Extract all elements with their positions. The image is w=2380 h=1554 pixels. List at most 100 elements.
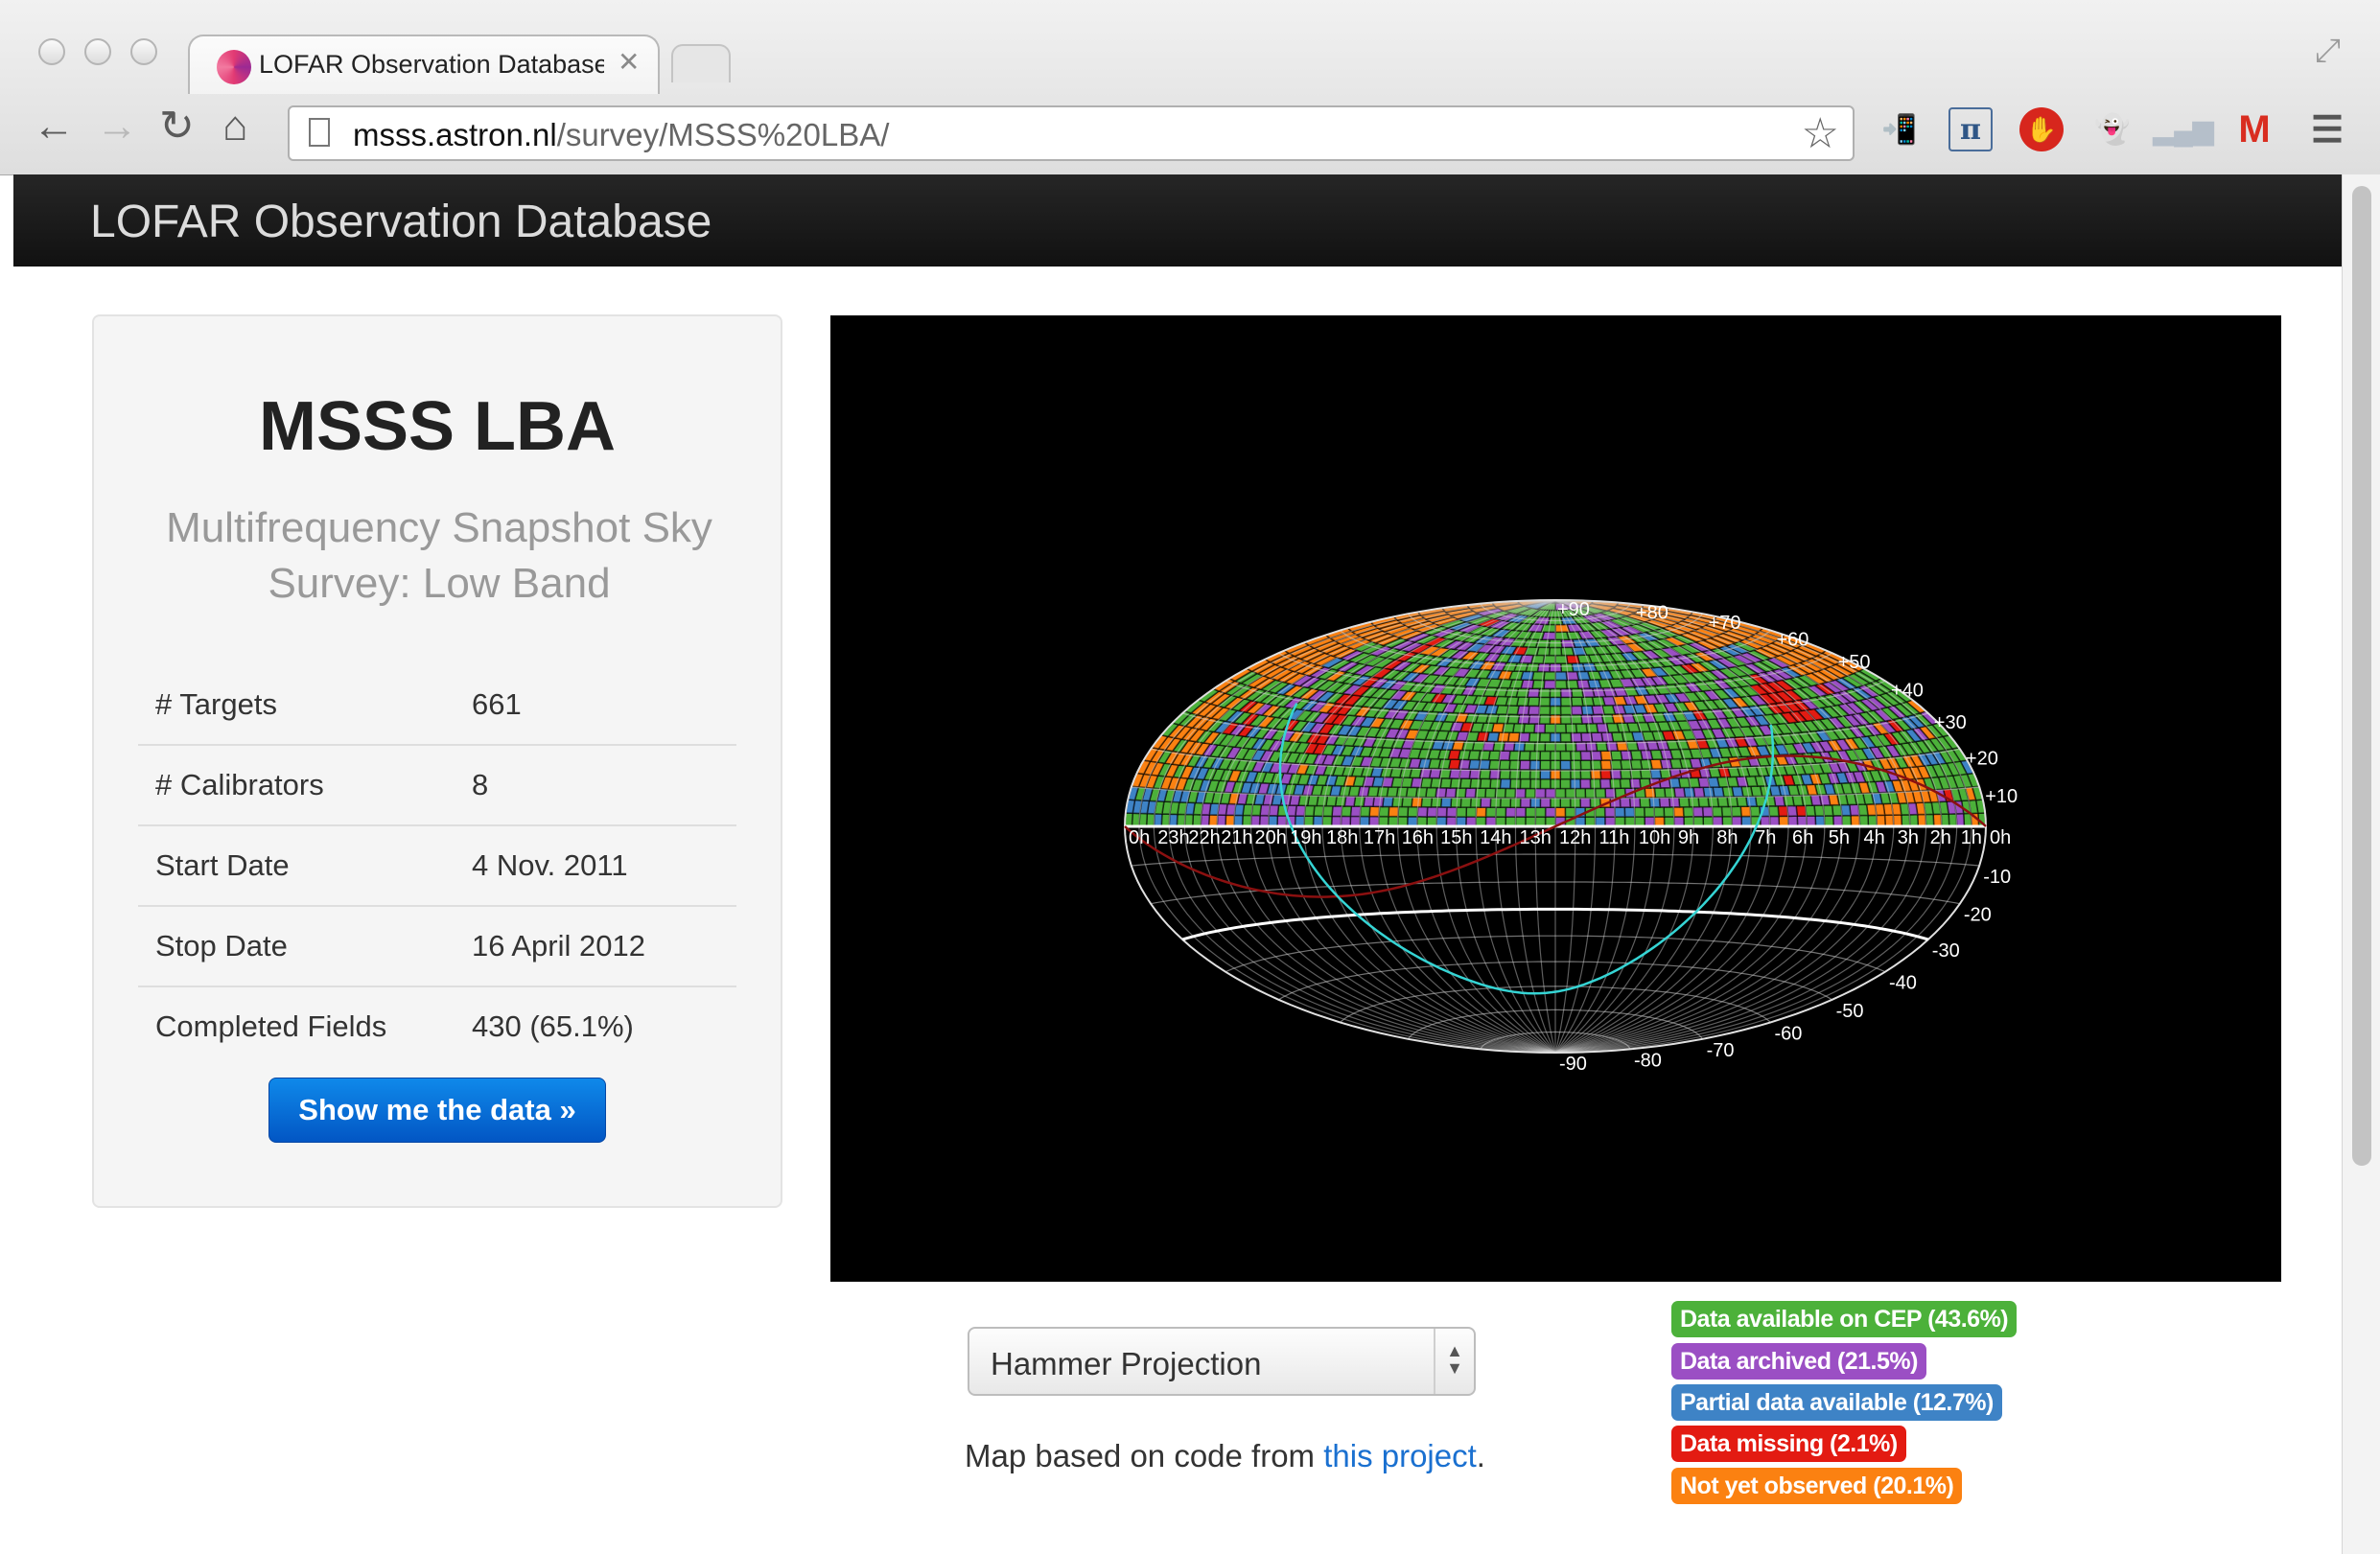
hammer-projection-map[interactable]: 0h 23h22h 21h 20h 19h 18h 17h 16h 15h 14h 13h 12h 11… [830,315,2281,1282]
forward-icon[interactable]: → [96,105,138,148]
sky-tile [1435,805,1448,818]
sky-tile [1258,814,1270,827]
table-row: # Targets 661 [138,665,736,745]
credit-link[interactable]: this project [1323,1438,1477,1473]
sky-tile [1599,759,1613,771]
signal-bars-icon[interactable]: ▂▄▆ [2154,107,2214,151]
gmail-icon[interactable]: M [2232,107,2276,151]
sky-tile [1628,797,1642,808]
sky-tile [1648,797,1661,808]
sky-tile [1730,805,1742,818]
projection-selected-value: Hammer Projection [991,1346,1262,1381]
sky-tile [1534,787,1547,800]
sky-tile [1450,797,1462,808]
ra-tick-label: 19h [1290,827,1321,848]
sky-tile [1663,816,1675,827]
ra-tick-label: 22h [1188,827,1220,848]
sky-tile [1426,805,1438,818]
dec-tick-label: +30 [1934,712,1967,733]
sky-tile [1908,813,1920,827]
home-icon[interactable]: ⌂ [222,105,248,148]
ra-tick-label: 17h [1364,827,1395,848]
ghostery-icon[interactable]: 👻 [2090,107,2135,151]
send-to-phone-icon[interactable]: 📲 [1878,107,1922,151]
sky-tile [1321,815,1333,827]
close-tab-icon[interactable]: ✕ [618,46,640,78]
ra-tick-label: 15h [1440,827,1472,848]
sky-tile [1388,805,1400,818]
sky-tile [1867,814,1878,827]
ra-tick-label: 5h [1829,827,1850,848]
sky-tile [1528,777,1542,790]
sky-tile [1359,815,1370,827]
sky-tile [1749,805,1762,818]
dec-tick-label: +40 [1891,680,1924,701]
sky-tile [1439,796,1453,808]
sky-tile [1459,797,1472,808]
lofar-favicon-icon [217,50,251,84]
back-icon[interactable]: ← [33,105,75,148]
sky-tile [1499,797,1512,809]
sky-tile [1534,806,1547,818]
stat-label: Stop Date [138,905,455,986]
dec-tick-label: -10 [1983,867,2011,888]
sky-tile [1303,815,1315,827]
sky-tile [1406,815,1418,827]
menu-icon[interactable]: ☰ [2305,107,2349,151]
sky-tile [1415,815,1428,827]
ra-tick-label: 14h [1480,827,1511,848]
sky-tile [1697,796,1710,808]
minimize-window-button[interactable] [84,38,111,65]
star-icon[interactable]: ☆ [1802,109,1839,158]
address-bar[interactable]: msss.astron.nl/survey/MSSS%20LBA/ ☆ [288,105,1855,161]
sky-tile [1570,696,1584,707]
new-tab-button[interactable] [671,44,731,82]
sky-tile [1538,705,1552,716]
sky-tile [1207,814,1219,827]
pi-extension-icon[interactable]: π [1948,107,1993,151]
sky-tile [1814,815,1826,827]
adblock-icon[interactable]: ✋ [2019,107,2064,151]
sky-tile [1396,815,1409,827]
sky-tile [1559,777,1572,790]
show-data-button[interactable]: Show me the data » [268,1078,606,1143]
dec-tick-label: -20 [1964,905,1992,926]
fullscreen-icon[interactable]: ⤢ [2315,33,2341,70]
site-brand[interactable]: LOFAR Observation Database [90,196,712,248]
sky-tile [1892,814,1903,827]
sky-map[interactable]: 0h 23h 22h 21h 20h 19h 18h 17h 16h 15h 14h 13h 12h 11… [830,315,2281,1282]
dec-tick-label: -60 [1775,1023,1803,1044]
zoom-window-button[interactable] [130,38,157,65]
dec-tick-label: +90 [1557,599,1590,620]
sky-tile [1176,813,1186,827]
scrollbar[interactable] [2342,174,2380,1554]
sky-tile [1569,759,1582,771]
sky-tile [1623,806,1636,818]
sky-tile [1445,806,1458,818]
sky-tile [1721,815,1734,827]
sky-tile [1539,750,1552,762]
reload-icon[interactable]: ↻ [159,105,195,148]
ra-tick-label: 18h [1326,827,1358,848]
sky-tile [1377,815,1389,827]
sky-tile [1249,814,1261,827]
sky-tile [1579,759,1593,771]
scrollbar-thumb[interactable] [2352,186,2371,1166]
close-window-button[interactable] [38,38,65,65]
ra-tick-label: 1h [1961,827,1982,848]
sky-tile [1464,787,1478,799]
sky-tile [1677,796,1691,808]
legend-partial: Partial data available (12.7%) [1671,1384,2002,1421]
projection-select[interactable]: Hammer Projection ▲ ▼ [968,1327,1476,1396]
sky-tile [1579,797,1592,809]
sky-tile [1539,759,1552,771]
ra-tick-label: 7h [1755,827,1776,848]
sky-tile [1359,805,1371,818]
sky-tile [1805,815,1817,827]
sky-tile [1504,787,1517,800]
sky-tile [1564,787,1576,800]
sky-tile [1514,806,1527,818]
browser-tab[interactable]: LOFAR Observation Database ✕ [188,35,660,94]
sky-tile [1519,797,1531,809]
sky-tile [1294,815,1306,827]
